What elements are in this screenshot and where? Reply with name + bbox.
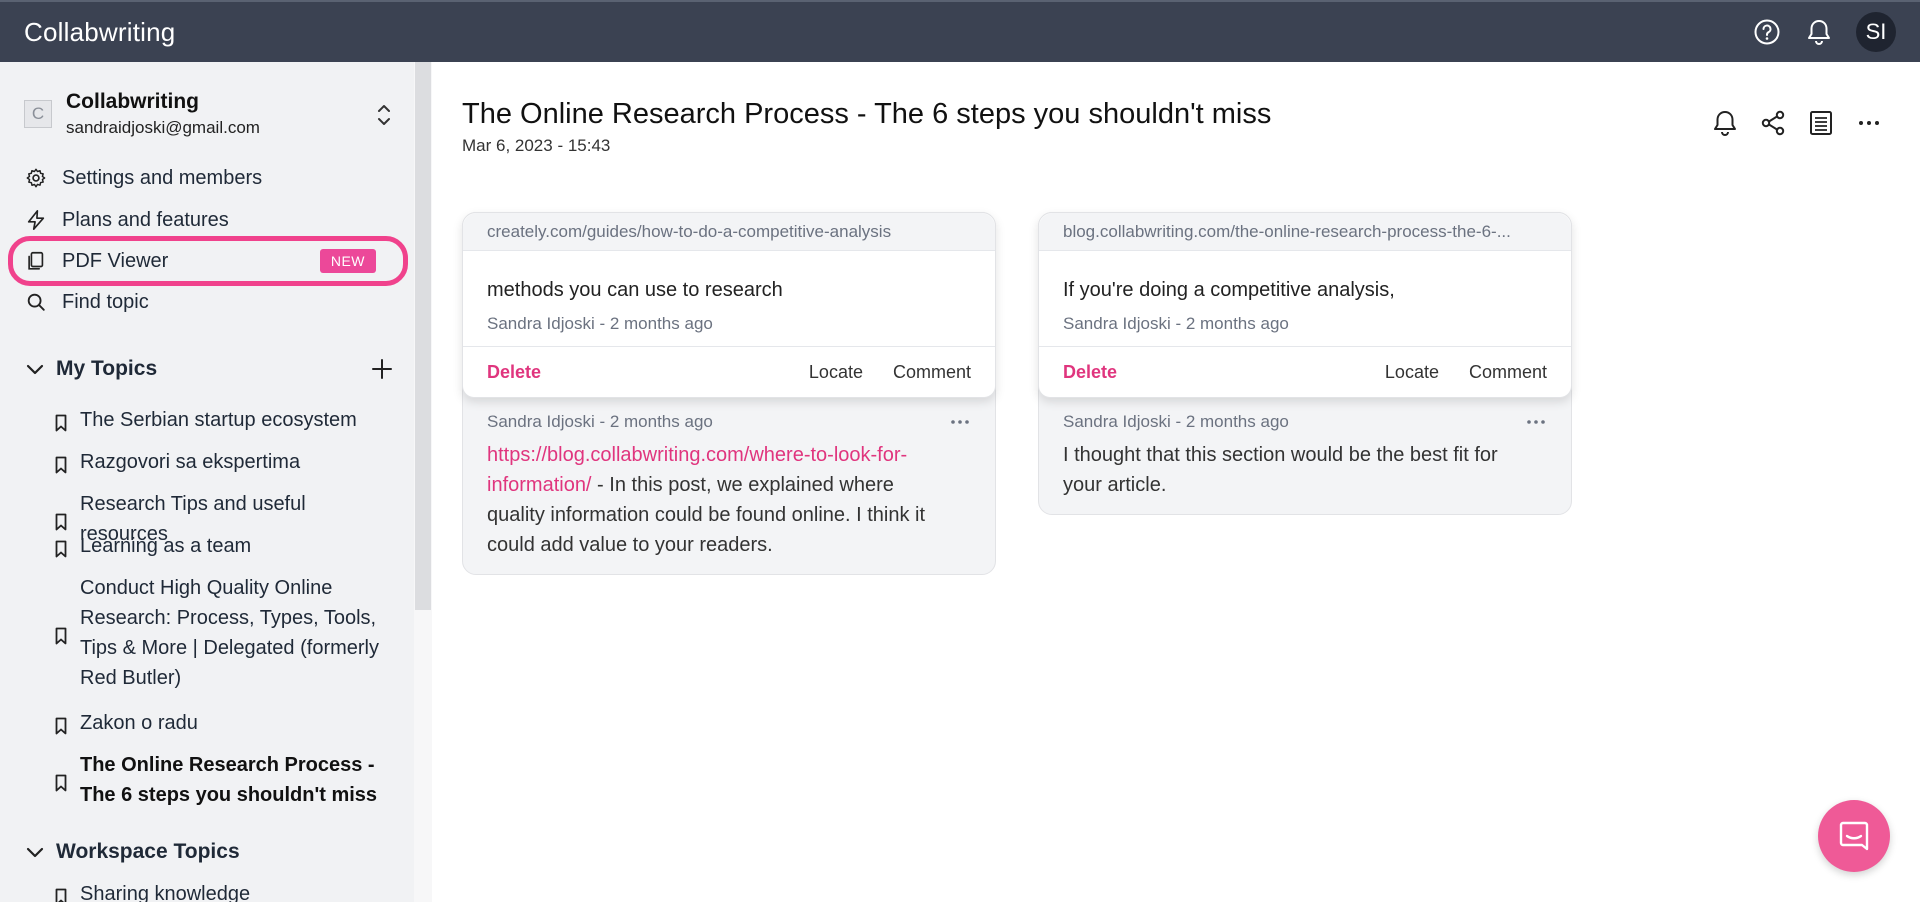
section-title: My Topics [56,357,158,380]
lightning-icon [24,208,48,232]
topic-title-line: The Online Research Process - [80,754,375,776]
section-title: Workspace Topics [56,840,240,863]
chat-icon [1839,821,1869,851]
delete-button[interactable]: Delete [1063,362,1117,383]
topic-title: Razgovori sa ekspertima [80,451,301,473]
comment: Sandra Idjoski - 2 months ago I thought … [1039,398,1571,514]
page-title: The Online Research Process - The 6 step… [462,98,1272,130]
sidebar-scrollbar-thumb[interactable] [415,62,431,610]
bookmark-icon [55,414,67,432]
workspace-topics-header[interactable]: Workspace Topics [24,837,394,867]
help-icon[interactable] [1752,17,1782,47]
bookmark-icon [55,627,67,645]
nav-settings[interactable]: Settings and members [24,160,404,196]
topic-item[interactable]: Razgovori sa ekspertima [54,447,394,477]
highlight-quote[interactable]: methods you can use to research [463,251,995,302]
sidebar-scrollbar[interactable] [414,62,432,902]
my-topics-header[interactable]: My Topics [24,354,394,384]
avatar[interactable]: SI [1856,12,1896,52]
topic-title-line: The 6 steps you shouldn't miss [80,784,378,806]
highlight-meta: Sandra Idjoski - 2 months ago [463,302,995,347]
topic-title: The Serbian startup ecosystem [80,409,357,431]
topic-title: Learning as a team [80,535,252,557]
share-icon[interactable] [1758,108,1788,138]
comment-text: your article. [1063,474,1167,496]
more-icon[interactable] [1525,412,1547,432]
comment-meta: Sandra Idjoski - 2 months ago [1063,412,1289,431]
nav-label: Find topic [62,290,149,313]
pdf-icon [24,249,48,273]
chat-launcher-button[interactable] [1818,800,1890,872]
highlight-card: creately.com/guides/how-to-do-a-competit… [462,212,996,575]
nav-label: PDF Viewer [62,249,169,272]
workspace-logo: C [24,100,52,128]
bookmark-icon [55,888,67,902]
topic-item[interactable]: Conduct High Quality Online Research: Pr… [54,573,394,693]
topic-item-active[interactable]: The Online Research Process - The 6 step… [54,750,394,810]
topic-item[interactable]: Sharing knowledge [54,879,394,902]
workspace-name: Collabwriting [66,90,199,113]
comment-link[interactable]: information/ [487,474,592,496]
comment-button[interactable]: Comment [893,362,971,383]
nav-label: Plans and features [62,208,229,231]
nav-label: Settings and members [62,166,263,189]
bookmark-icon [55,456,67,474]
nav-find-topic[interactable]: Find topic [24,284,404,320]
chevron-down-icon[interactable] [24,358,46,380]
comment-text: I thought that this section would be the… [1063,444,1498,466]
bookmark-icon [55,717,67,735]
workspace-email: sandraidjoski@gmail.com [66,118,260,137]
comment-text: - In this post, we explained where [591,474,894,496]
list-icon[interactable] [1806,108,1836,138]
sidebar: C Collabwriting sandraidjoski@gmail.com … [0,62,432,902]
page-date: Mar 6, 2023 - 15:43 [462,136,611,155]
nav-pdf-viewer[interactable]: PDF Viewer NEW [24,243,394,279]
comment-meta: Sandra Idjoski - 2 months ago [487,412,713,431]
locate-button[interactable]: Locate [809,362,863,383]
chevron-down-icon[interactable] [24,841,46,863]
new-badge: NEW [319,249,376,273]
topic-item[interactable]: Learning as a team [54,531,394,561]
topic-title-line: Research: Process, Types, Tools, [80,607,377,629]
more-icon[interactable] [1854,108,1884,138]
comment: Sandra Idjoski - 2 months ago https://bl… [463,398,995,574]
comment-text: quality information could be found onlin… [487,504,926,526]
highlight-card: blog.collabwriting.com/the-online-resear… [1038,212,1572,515]
topic-item[interactable]: The Serbian startup ecosystem [54,405,394,435]
topic-title-line: Tips & More | Delegated (formerly [80,637,379,659]
highlight-meta: Sandra Idjoski - 2 months ago [1039,302,1571,347]
workspace-switcher[interactable]: C Collabwriting sandraidjoski@gmail.com [24,90,394,140]
delete-button[interactable]: Delete [487,362,541,383]
chevron-updown-icon[interactable] [374,102,394,128]
more-icon[interactable] [949,412,971,432]
topic-toolbar [1710,108,1884,138]
top-bar: Collabwriting SI [0,0,1920,62]
bell-icon[interactable] [1804,17,1834,47]
topic-title: Sharing knowledge [80,883,251,902]
bookmark-icon [55,774,67,792]
locate-button[interactable]: Locate [1385,362,1439,383]
app-brand[interactable]: Collabwriting [24,17,175,48]
comment-text: could add value to your readers. [487,534,773,556]
comment-link[interactable]: https://blog.collabwriting.com/where-to-… [487,444,907,466]
add-topic-icon[interactable] [370,357,394,381]
nav-plans[interactable]: Plans and features [24,202,404,238]
bell-icon[interactable] [1710,108,1740,138]
source-url[interactable]: creately.com/guides/how-to-do-a-competit… [463,213,995,251]
source-url[interactable]: blog.collabwriting.com/the-online-resear… [1039,213,1571,251]
search-icon [24,290,48,314]
topic-item[interactable]: Zakon o radu [54,708,394,738]
main-content: The Online Research Process - The 6 step… [432,62,1920,902]
topic-title-line: Conduct High Quality Online [80,577,333,599]
gear-icon [24,166,48,190]
comment-button[interactable]: Comment [1469,362,1547,383]
highlight-quote[interactable]: If you're doing a competitive analysis, [1039,251,1571,302]
topic-title-line: Red Butler) [80,667,182,689]
bookmark-icon [55,540,67,558]
topic-title: Zakon o radu [80,712,198,734]
